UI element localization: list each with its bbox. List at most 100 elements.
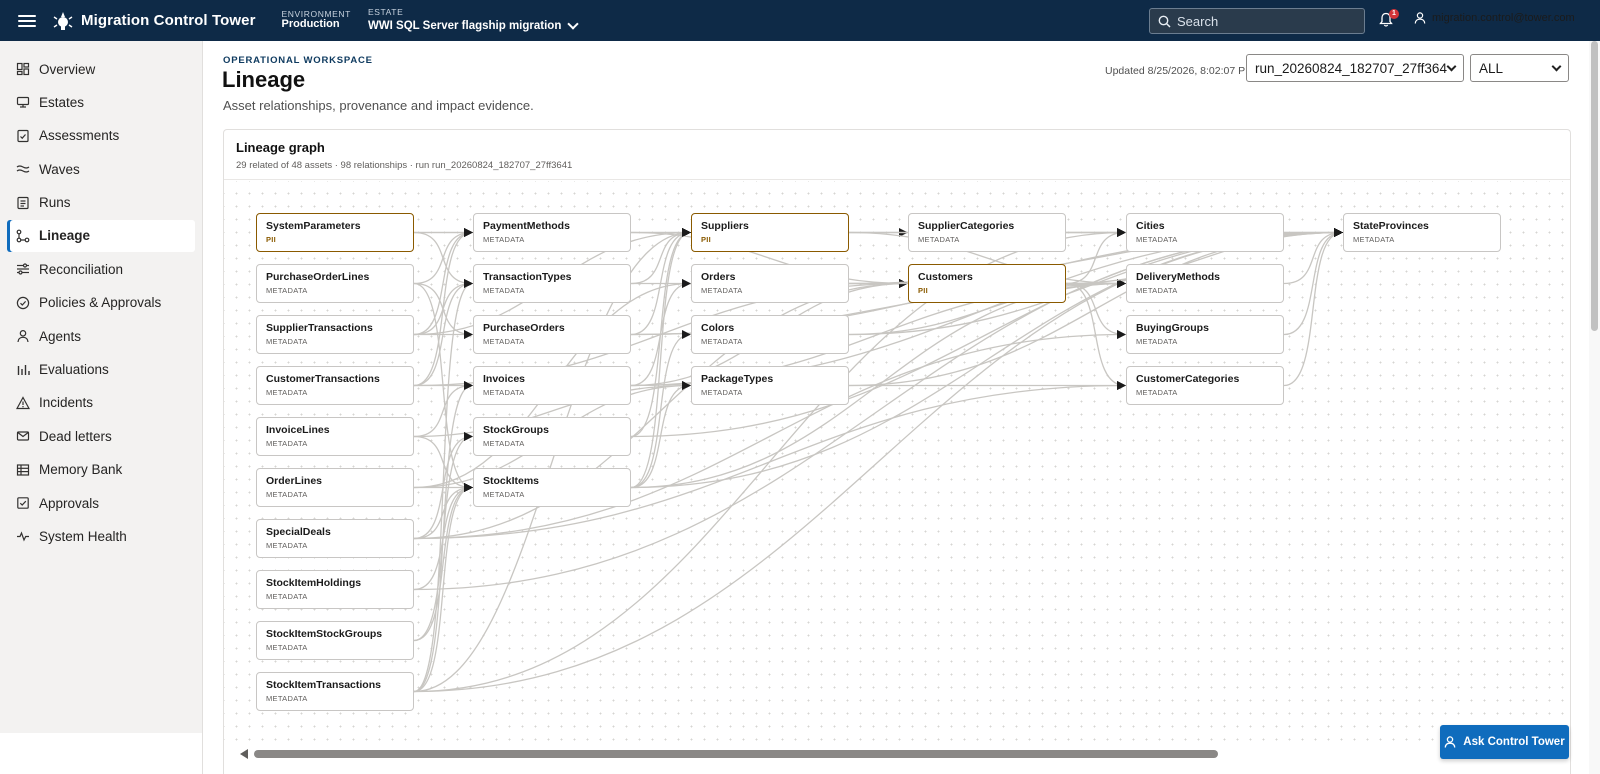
- lineage-node[interactable]: Cities METADATA: [1126, 213, 1284, 252]
- node-name: SupplierCategories: [918, 220, 1015, 232]
- clipboard-icon: [16, 129, 30, 143]
- sidebar-item-label: Reconciliation: [39, 261, 124, 277]
- lineage-node[interactable]: StateProvinces METADATA: [1343, 213, 1501, 252]
- server-icon: [16, 95, 30, 109]
- sidebar-item-evaluations[interactable]: Evaluations: [7, 354, 195, 386]
- node-tag: METADATA: [266, 694, 308, 703]
- lineage-node[interactable]: StockItems METADATA: [473, 468, 631, 507]
- node-tag: METADATA: [483, 286, 525, 295]
- lineage-node[interactable]: TransactionTypes METADATA: [473, 264, 631, 303]
- node-tag: METADATA: [483, 439, 525, 448]
- lineage-node[interactable]: Orders METADATA: [691, 264, 849, 303]
- sidebar-item-agents[interactable]: Agents: [7, 320, 195, 352]
- node-tag: METADATA: [483, 337, 525, 346]
- lineage-node[interactable]: OrderLines METADATA: [256, 468, 414, 507]
- node-name: StateProvinces: [1353, 220, 1429, 232]
- node-tag: METADATA: [1136, 337, 1178, 346]
- sidebar-item-runs[interactable]: Runs: [7, 187, 195, 219]
- environment-indicator: ENVIRONMENT Production: [282, 10, 351, 30]
- lineage-node[interactable]: Invoices METADATA: [473, 366, 631, 405]
- estate-selector[interactable]: ESTATE WWI SQL Server flagship migration: [367, 7, 580, 33]
- main-content: OPERATIONAL WORKSPACE Lineage Asset rela…: [203, 41, 1600, 774]
- lineage-edge: [413, 227, 473, 387]
- sidebar-item-assessments[interactable]: Assessments: [7, 120, 195, 152]
- sidebar-item-incidents[interactable]: Incidents: [7, 387, 195, 419]
- lineage-node[interactable]: StockGroups METADATA: [473, 417, 631, 456]
- sidebar-item-overview[interactable]: Overview: [7, 53, 195, 85]
- edge-layer: [413, 227, 1343, 693]
- hamburger-menu-icon[interactable]: [18, 14, 36, 27]
- sidebar-item-estates[interactable]: Estates: [7, 86, 195, 118]
- sidebar-item-lineage[interactable]: Lineage: [7, 219, 195, 252]
- lineage-node[interactable]: CustomerCategories METADATA: [1126, 366, 1284, 405]
- lineage-node[interactable]: DeliveryMethods METADATA: [1126, 264, 1284, 303]
- scrollbar-thumb[interactable]: [1591, 41, 1598, 331]
- node-name: Cities: [1136, 220, 1165, 232]
- lineage-node[interactable]: StockItemTransactions METADATA: [256, 672, 414, 711]
- estate-caption: ESTATE: [367, 7, 404, 17]
- lineage-edge: [630, 228, 691, 489]
- node-name: StockItemTransactions: [266, 679, 381, 691]
- scrollbar-thumb[interactable]: [254, 750, 1218, 758]
- scroll-left-arrow-icon[interactable]: [240, 749, 248, 759]
- node-tag: METADATA: [1136, 286, 1178, 295]
- node-tag: METADATA: [483, 235, 525, 244]
- lineage-edge: [413, 380, 473, 438]
- chevron-down-icon: [1551, 61, 1562, 71]
- lineage-node[interactable]: StockItemHoldings METADATA: [256, 570, 414, 609]
- search-input[interactable]: [1177, 13, 1357, 29]
- lineage-node[interactable]: PurchaseOrders METADATA: [473, 315, 631, 354]
- node-tag: METADATA: [918, 235, 960, 244]
- node-name: StockItems: [483, 475, 540, 487]
- lineage-node[interactable]: Suppliers PII: [691, 213, 849, 252]
- user-menu[interactable]: migration.control@tower.com: [1414, 12, 1575, 24]
- lineage-node[interactable]: SystemParameters PII: [256, 213, 414, 252]
- lineage-node[interactable]: PackageTypes METADATA: [691, 366, 849, 405]
- node-name: SystemParameters: [266, 220, 361, 232]
- lineage-node[interactable]: PaymentMethods METADATA: [473, 213, 631, 252]
- sliders-icon: [16, 262, 30, 276]
- sidebar-nav: Overview Estates Assessments Waves Runs Linea…: [0, 41, 203, 733]
- sidebar-item-label: Dead letters: [39, 428, 112, 444]
- node-name: BuyingGroups: [1136, 322, 1209, 334]
- lineage-graph-canvas[interactable]: SystemParameters PII PurchaseOrderLines MET…: [224, 181, 1570, 741]
- node-name: StockGroups: [483, 424, 549, 436]
- node-tag: METADATA: [1136, 388, 1178, 397]
- node-tag: METADATA: [266, 388, 308, 397]
- lineage-node[interactable]: StockItemStockGroups METADATA: [256, 621, 414, 660]
- chevron-down-icon[interactable]: [567, 18, 580, 31]
- search-box[interactable]: [1149, 8, 1365, 34]
- lineage-node[interactable]: SupplierTransactions METADATA: [256, 315, 414, 354]
- lineage-node[interactable]: InvoiceLines METADATA: [256, 417, 414, 456]
- run-select[interactable]: run_20260824_182707_27ff364: [1246, 54, 1464, 82]
- node-tag: METADATA: [1353, 235, 1395, 244]
- filter-select[interactable]: ALL: [1470, 54, 1569, 82]
- node-name: OrderLines: [266, 475, 323, 487]
- sidebar-item-label: Lineage: [39, 228, 91, 244]
- lineage-node[interactable]: Colors METADATA: [691, 315, 849, 354]
- node-tag: PII: [918, 286, 929, 295]
- lineage-node[interactable]: SupplierCategories METADATA: [908, 213, 1066, 252]
- page-subtitle: Asset relationships, provenance and impa…: [223, 98, 534, 113]
- sidebar-item-dead-letters[interactable]: Dead letters: [7, 420, 195, 452]
- sidebar-item-reconciliation[interactable]: Reconciliation: [7, 253, 195, 285]
- node-tag: METADATA: [266, 643, 308, 652]
- lineage-node[interactable]: PurchaseOrderLines METADATA: [256, 264, 414, 303]
- mail-icon: [16, 429, 30, 443]
- lineage-node[interactable]: SpecialDeals METADATA: [256, 519, 414, 558]
- node-tag: METADATA: [266, 541, 308, 550]
- sidebar-item-system-health[interactable]: System Health: [7, 520, 195, 552]
- node-name: SupplierTransactions: [266, 322, 373, 334]
- sidebar-item-approvals[interactable]: Approvals: [7, 487, 195, 519]
- dashboard-icon: [16, 62, 30, 76]
- sidebar-item-waves[interactable]: Waves: [7, 153, 195, 185]
- ask-control-tower-button[interactable]: Ask Control Tower: [1440, 725, 1569, 759]
- lineage-node[interactable]: Customers PII: [908, 264, 1066, 303]
- lineage-node[interactable]: CustomerTransactions METADATA: [256, 366, 414, 405]
- document-list-icon: [16, 196, 30, 210]
- sidebar-item-memory-bank[interactable]: Memory Bank: [7, 454, 195, 486]
- lineage-node[interactable]: BuyingGroups METADATA: [1126, 315, 1284, 354]
- sidebar-item-policies-approvals[interactable]: Policies & Approvals: [7, 287, 195, 319]
- vertical-scrollbar[interactable]: [1589, 41, 1600, 774]
- horizontal-scrollbar[interactable]: [240, 748, 1556, 760]
